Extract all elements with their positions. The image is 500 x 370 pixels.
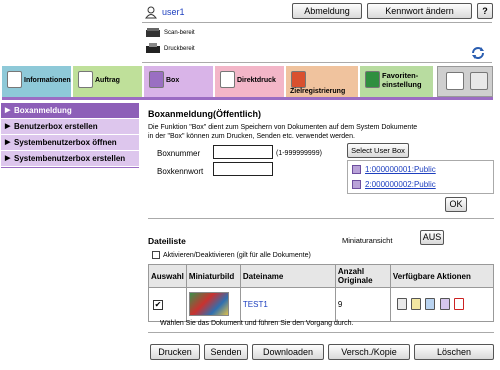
sidebar-item-benutzerbox[interactable]: ▶ Benutzerbox erstellen bbox=[1, 119, 139, 134]
header-divider-2 bbox=[142, 62, 492, 63]
select-user-box-button[interactable]: Select User Box bbox=[347, 143, 409, 158]
change-password-button[interactable]: Kennwort ändern bbox=[367, 3, 472, 19]
box-number-hint: (1-999999999) bbox=[276, 150, 322, 157]
move-copy-button[interactable]: Versch./Kopie bbox=[328, 344, 410, 360]
section-divider bbox=[148, 218, 494, 219]
user-box-link-1[interactable]: 1:000000001:Public bbox=[365, 165, 436, 174]
tab-zielregistrierung[interactable]: Zielregistrierung bbox=[286, 66, 358, 97]
col-aktionen: Verfügbare Aktionen bbox=[389, 264, 495, 288]
print-status: Druckbereit bbox=[164, 46, 195, 52]
document-table: Auswahl Miniaturbild Dateiname Anzahl Or… bbox=[148, 264, 495, 322]
file-name-link[interactable]: TEST1 bbox=[243, 300, 268, 309]
refresh-icon[interactable] bbox=[470, 45, 486, 61]
arrow-right-icon: ▶ bbox=[5, 107, 11, 114]
user-icon bbox=[145, 6, 157, 19]
tab-favoriten[interactable]: Favoriten- einstellung bbox=[360, 66, 433, 97]
col-auswahl: Auswahl bbox=[148, 264, 187, 288]
box-icon bbox=[149, 71, 164, 88]
box-number-input[interactable] bbox=[213, 145, 273, 159]
delete-button[interactable]: Löschen bbox=[414, 344, 494, 360]
col-miniaturbild: Miniaturbild bbox=[185, 264, 241, 288]
box-password-input[interactable] bbox=[213, 162, 273, 176]
section-divider-2 bbox=[148, 332, 494, 333]
printer-icon bbox=[145, 43, 161, 54]
doc-list-title: Dateiliste bbox=[148, 236, 186, 246]
send-button[interactable]: Senden bbox=[204, 344, 248, 360]
user-name: user1 bbox=[162, 7, 185, 17]
col-anzahl: Anzahl Originale bbox=[334, 264, 391, 288]
arrow-right-icon: ▶ bbox=[5, 123, 11, 130]
sidebar-item-boxanmeldung[interactable]: ▶ Boxanmeldung bbox=[1, 103, 139, 118]
col-dateiname: Dateiname bbox=[239, 264, 336, 288]
thumb-view-toggle[interactable]: AUS bbox=[420, 230, 444, 245]
info-icon bbox=[7, 71, 22, 88]
thumb-view-label: Miniaturansicht bbox=[342, 236, 393, 245]
ok-button[interactable]: OK bbox=[445, 197, 467, 212]
help-button[interactable]: ? bbox=[477, 3, 493, 19]
arrow-right-icon: ▶ bbox=[5, 155, 11, 162]
user-box-link-2[interactable]: 2:000000002:Public bbox=[365, 180, 436, 189]
box-password-label: Boxkennwort bbox=[157, 167, 204, 176]
tab-box[interactable]: Box bbox=[144, 66, 213, 97]
row-select-cell: ✔ bbox=[148, 287, 187, 322]
tab-direktdruck[interactable]: Direktdruck bbox=[215, 66, 284, 97]
tab-underline bbox=[2, 97, 493, 100]
tab-informationen[interactable]: Informationen bbox=[2, 66, 71, 97]
sidebar-item-systembox-create[interactable]: ▶ Systembenutzerbox erstellen bbox=[1, 151, 139, 166]
download-button[interactable]: Downloaden bbox=[252, 344, 324, 360]
sidebar-item-systembox-open[interactable]: ▶ Systembenutzerbox öffnen bbox=[1, 135, 139, 150]
tab-scroll-area bbox=[437, 66, 493, 97]
direct-print-icon bbox=[220, 71, 235, 88]
row-originals: 9 bbox=[334, 287, 391, 322]
page-description: Die Funktion "Box" dient zum Speichern v… bbox=[148, 124, 418, 140]
table-row: ✔ TEST1 9 bbox=[148, 287, 495, 322]
toggle-all-checkbox[interactable] bbox=[152, 251, 160, 259]
page-title: Boxanmeldung(Öffentlich) bbox=[148, 109, 261, 119]
doc-list-hint: Wählen Sie das Dokument und führen Sie d… bbox=[160, 320, 354, 327]
row-checkbox[interactable]: ✔ bbox=[153, 299, 163, 310]
arrow-right-icon: ▶ bbox=[5, 139, 11, 146]
user-box-icon bbox=[352, 180, 361, 189]
header-divider bbox=[142, 22, 492, 23]
print-doc-icon[interactable] bbox=[396, 297, 407, 310]
row-actions-cell bbox=[389, 287, 495, 322]
sidebar-bottom-line bbox=[1, 167, 139, 168]
job-icon bbox=[78, 71, 93, 88]
scan-status: Scan-bereit bbox=[164, 30, 195, 36]
move-copy-doc-icon[interactable] bbox=[439, 297, 450, 310]
row-filename-cell: TEST1 bbox=[239, 287, 336, 322]
delete-doc-icon[interactable] bbox=[453, 297, 464, 310]
row-thumbnail-cell bbox=[185, 287, 241, 322]
download-doc-icon[interactable] bbox=[425, 297, 436, 310]
tab-extra-icon[interactable] bbox=[446, 72, 464, 90]
toggle-all-label: Aktivieren/Deaktivieren (gilt für alle D… bbox=[163, 252, 311, 259]
scanner-icon bbox=[145, 27, 161, 38]
table-header-row: Auswahl Miniaturbild Dateiname Anzahl Or… bbox=[148, 264, 495, 288]
address-book-icon bbox=[291, 71, 306, 88]
tab-auftrag[interactable]: Auftrag bbox=[73, 66, 142, 97]
user-box-icon bbox=[352, 165, 361, 174]
logout-button[interactable]: Abmeldung bbox=[292, 3, 362, 19]
document-thumbnail bbox=[188, 291, 229, 316]
favorite-icon bbox=[365, 71, 380, 88]
tab-scroll-icon[interactable] bbox=[470, 72, 488, 90]
box-number-label: Boxnummer bbox=[157, 149, 201, 158]
send-doc-icon[interactable] bbox=[411, 297, 422, 310]
print-button[interactable]: Drucken bbox=[150, 344, 200, 360]
